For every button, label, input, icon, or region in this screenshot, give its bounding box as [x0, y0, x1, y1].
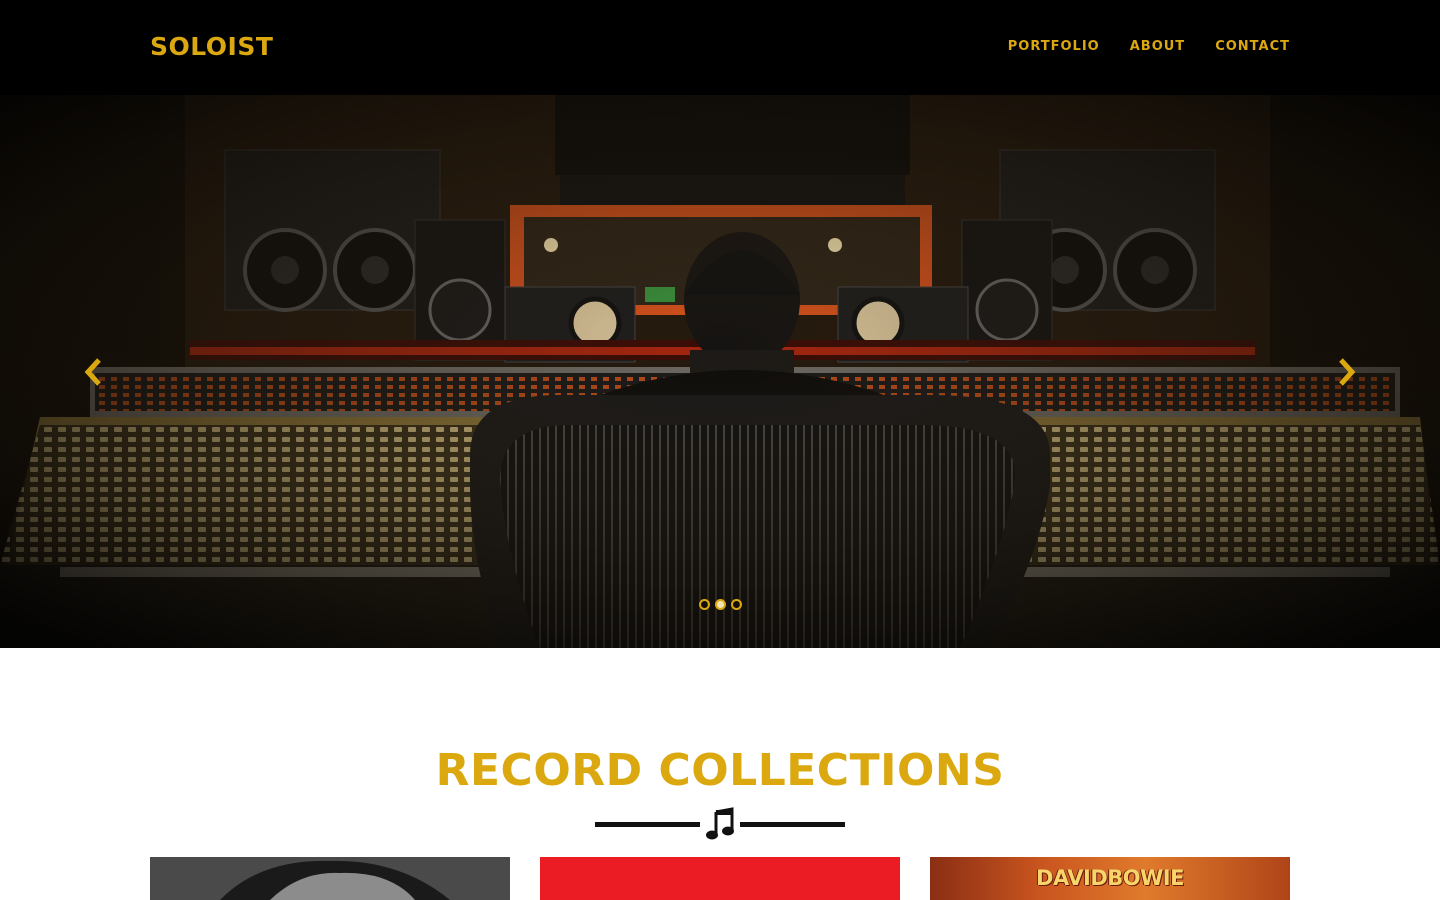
carousel-dot-3[interactable] — [730, 599, 742, 610]
main-nav: PORTFOLIO ABOUT CONTACT — [1008, 39, 1290, 54]
chevron-right-icon — [1339, 358, 1356, 386]
album-grid: DAVIDBOWIE — [150, 857, 1290, 900]
carousel-prev-button[interactable] — [78, 357, 108, 387]
divider-line-left — [595, 822, 700, 827]
section-divider — [595, 806, 845, 842]
site-header: SOLOIST PORTFOLIO ABOUT CONTACT — [0, 0, 1440, 95]
carousel-dot-1[interactable] — [698, 599, 710, 610]
studio-photo — [0, 95, 1440, 648]
carousel-next-button[interactable] — [1332, 357, 1362, 387]
album-cover-2[interactable] — [540, 857, 900, 900]
nav-link-portfolio[interactable]: PORTFOLIO — [1008, 39, 1100, 54]
album-art-portrait — [150, 857, 510, 900]
album-cover-3[interactable]: DAVIDBOWIE — [930, 857, 1290, 900]
site-logo[interactable]: SOLOIST — [150, 32, 273, 61]
carousel-indicators — [0, 599, 1440, 610]
music-note-icon — [706, 807, 734, 840]
chevron-left-icon — [84, 358, 101, 386]
carousel-dot-2[interactable] — [714, 599, 726, 610]
section-title-record-collections: RECORD COLLECTIONS — [435, 745, 1005, 796]
album-cover-title: DAVIDBOWIE — [1036, 866, 1184, 890]
divider-line-right — [740, 822, 845, 827]
album-cover-1[interactable] — [150, 857, 510, 900]
hero-carousel — [0, 95, 1440, 648]
nav-link-contact[interactable]: CONTACT — [1215, 39, 1290, 54]
nav-link-about[interactable]: ABOUT — [1130, 39, 1185, 54]
